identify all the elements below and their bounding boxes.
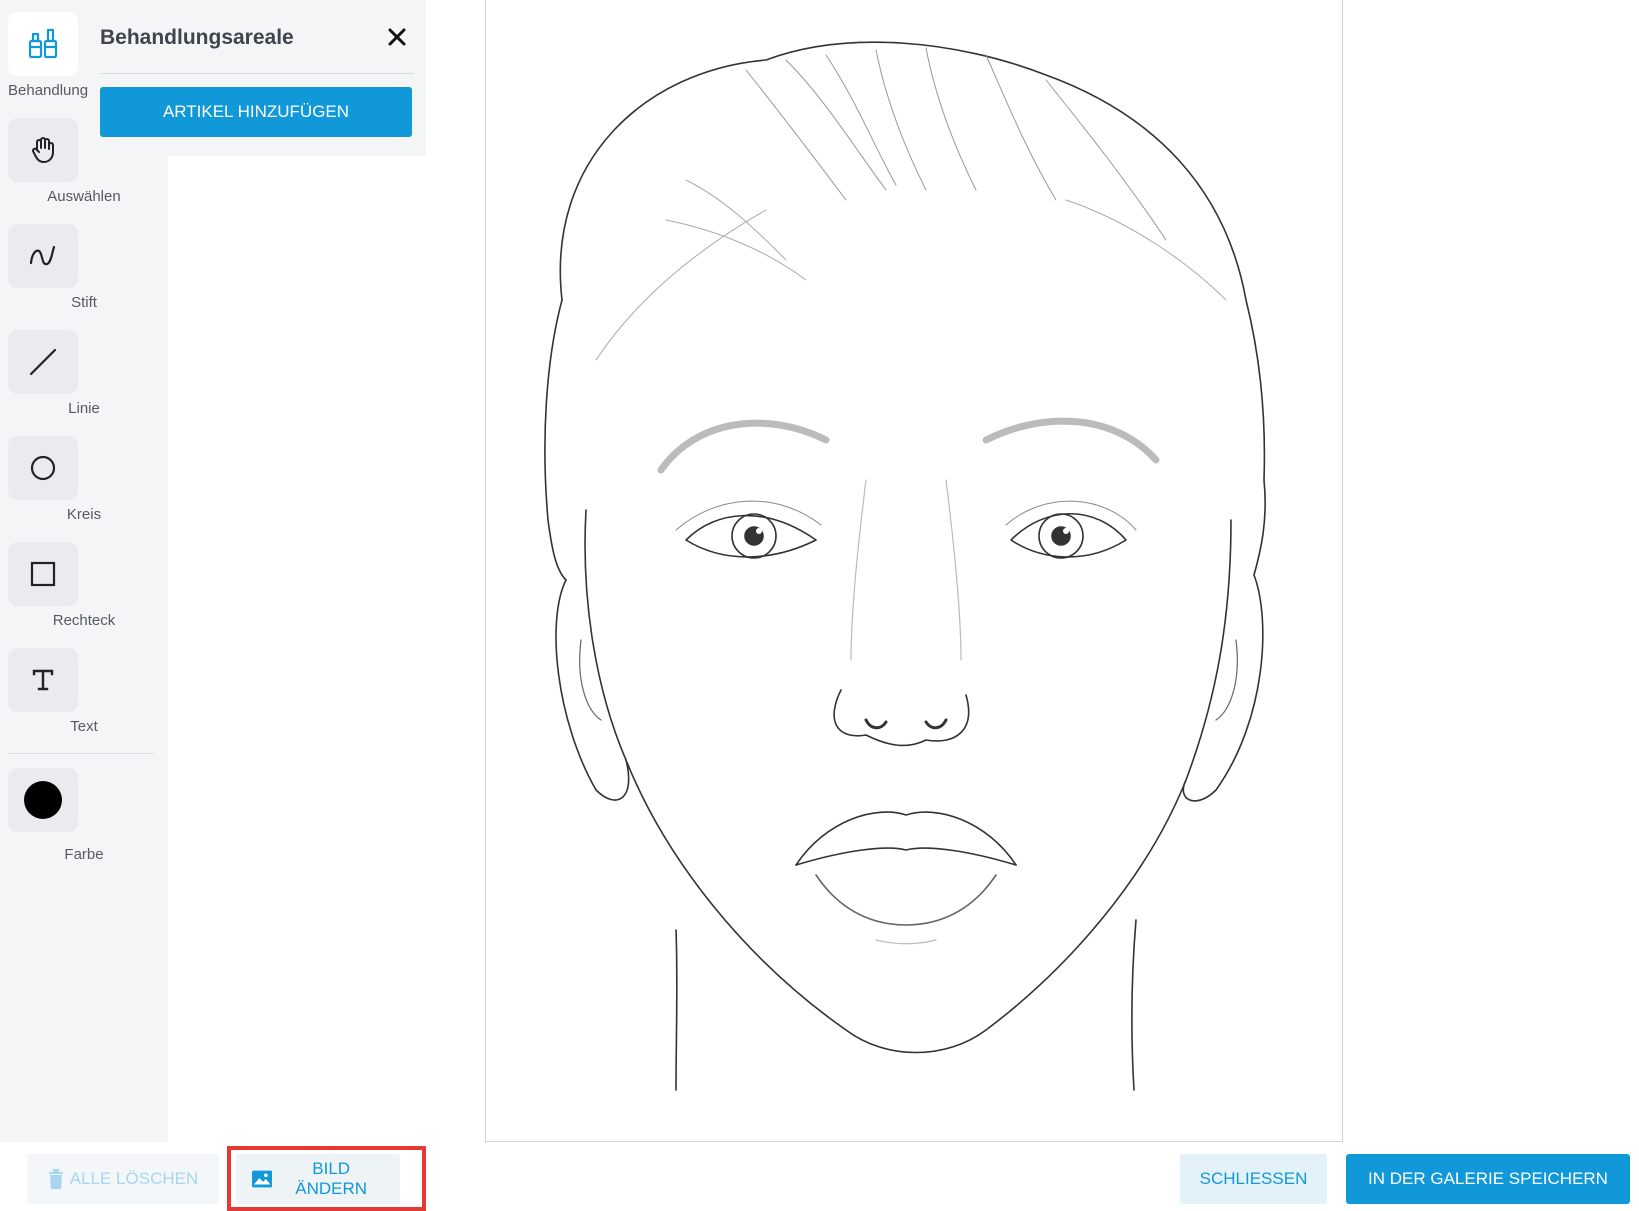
change-image-button[interactable]: BILD ÄNDERN: [236, 1154, 400, 1204]
bottom-action-bar: ALLE LÖSCHEN BILD ÄNDERN SCHLIESSEN IN D…: [0, 1142, 1639, 1211]
trash-icon: [48, 1169, 63, 1189]
tool-treatment-areas-button[interactable]: [8, 12, 78, 76]
tool-select-button[interactable]: [8, 118, 78, 182]
tool-color[interactable]: Farbe: [0, 768, 168, 868]
tool-label: Kreis: [66, 506, 102, 523]
text-icon: [32, 669, 54, 691]
tool-label: Behandlungsareale: [8, 82, 88, 99]
tool-rectangle[interactable]: Rechteck: [0, 542, 168, 642]
tool-sidebar: Behandlungsareale Auswählen Stift Linie: [0, 0, 168, 1142]
tool-line-button[interactable]: [8, 330, 78, 394]
tool-text[interactable]: Text: [0, 648, 168, 748]
toolbar-divider: [8, 753, 154, 754]
bottles-icon: [28, 28, 58, 59]
drawing-canvas[interactable]: [485, 0, 1343, 1142]
clear-all-label: ALLE LÖSCHEN: [69, 1169, 199, 1188]
tool-label: Stift: [71, 294, 97, 311]
rectangle-icon: [30, 561, 56, 587]
clear-all-button[interactable]: ALLE LÖSCHEN: [27, 1154, 219, 1204]
tool-label: Rechteck: [52, 612, 116, 629]
color-swatch: [24, 781, 62, 819]
tool-pen[interactable]: Stift: [0, 224, 168, 324]
close-button[interactable]: SCHLIESSEN: [1180, 1154, 1327, 1204]
treatment-areas-panel: Behandlungsareale ARTIKEL HINZUFÜGEN: [88, 0, 426, 156]
close-icon: [388, 28, 406, 46]
add-article-button[interactable]: ARTIKEL HINZUFÜGEN: [100, 87, 412, 137]
hand-icon: [32, 137, 54, 163]
tool-label: Linie: [68, 400, 100, 417]
tool-label: Text: [70, 718, 98, 735]
change-image-label: BILD ÄNDERN: [295, 1159, 368, 1198]
panel-separator: [100, 73, 414, 74]
tool-circle[interactable]: Kreis: [0, 436, 168, 536]
face-illustration: [544, 41, 1266, 1091]
panel-title: Behandlungsareale: [100, 26, 294, 49]
tool-text-button[interactable]: [8, 648, 78, 712]
tool-label: Auswählen: [47, 188, 121, 205]
circle-icon: [30, 455, 56, 481]
tool-rectangle-button[interactable]: [8, 542, 78, 606]
tool-pen-button[interactable]: [8, 224, 78, 288]
image-icon: [252, 1170, 273, 1188]
tool-label: Farbe: [64, 846, 104, 863]
save-to-gallery-button[interactable]: IN DER GALERIE SPEICHERN: [1346, 1154, 1630, 1204]
tool-color-button[interactable]: [8, 768, 78, 832]
pen-curve-icon: [29, 245, 56, 266]
line-icon: [29, 348, 57, 376]
tool-circle-button[interactable]: [8, 436, 78, 500]
panel-close-button[interactable]: [382, 22, 412, 52]
tool-line[interactable]: Linie: [0, 330, 168, 430]
